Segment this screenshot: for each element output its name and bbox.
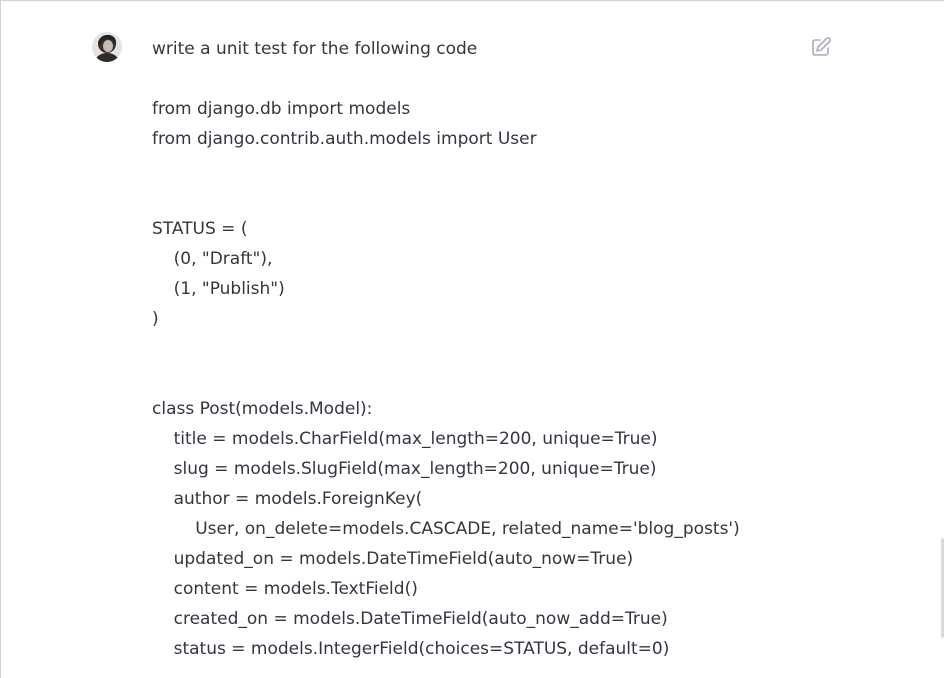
code-line: (1, "Publish")	[152, 279, 285, 299]
code-line: STATUS = (	[152, 219, 248, 239]
code-line: status = models.IntegerField(choices=STA…	[152, 639, 670, 659]
code-line: class Post(models.Model):	[152, 399, 373, 419]
code-line: (0, "Draft"),	[152, 249, 273, 269]
chat-window: write a unit test for the following code…	[0, 0, 944, 678]
user-message: write a unit test for the following code…	[1, 1, 944, 678]
code-line: from django.db import models	[152, 99, 411, 119]
code-line: content = models.TextField()	[152, 579, 418, 599]
code-line: )	[152, 309, 159, 329]
user-message-text: write a unit test for the following code…	[152, 34, 872, 664]
code-line: from django.contrib.auth.models import U…	[152, 129, 537, 149]
code-line: title = models.CharField(max_length=200,…	[152, 429, 658, 449]
code-line: User, on_delete=models.CASCADE, related_…	[152, 519, 740, 539]
code-line: slug = models.SlugField(max_length=200, …	[152, 459, 657, 479]
code-line: author = models.ForeignKey(	[152, 489, 423, 509]
user-avatar-icon	[92, 32, 122, 62]
prompt-line: write a unit test for the following code	[152, 39, 478, 59]
code-line: created_on = models.DateTimeField(auto_n…	[152, 609, 668, 629]
code-line: updated_on = models.DateTimeField(auto_n…	[152, 549, 634, 569]
